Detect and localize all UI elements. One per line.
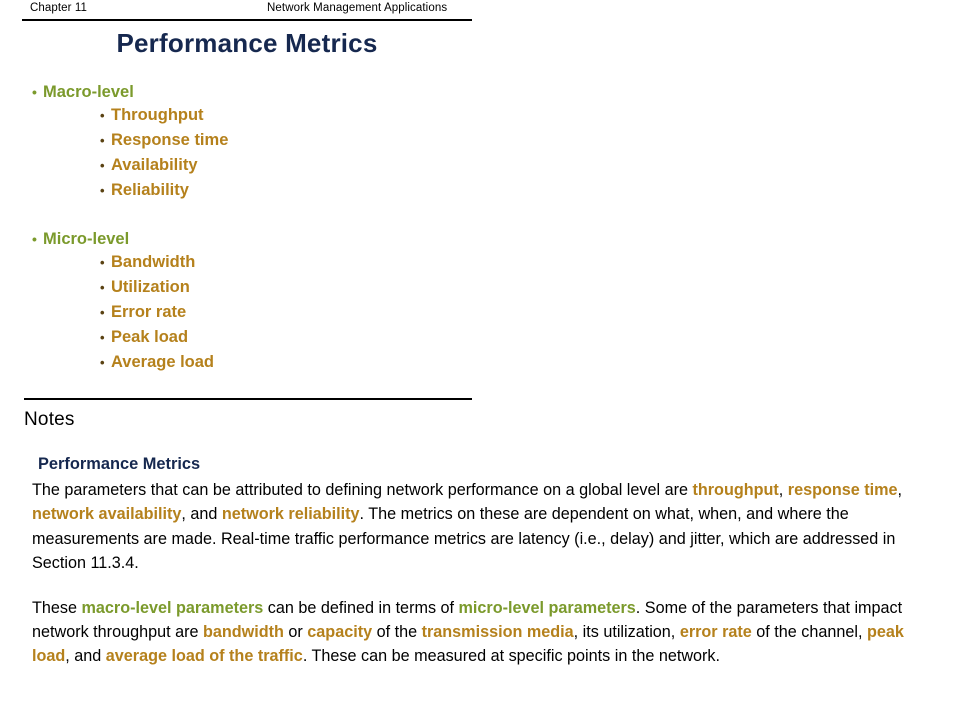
text-run: can be defined in terms of: [263, 599, 459, 618]
bullet-dot-icon: •: [100, 183, 105, 198]
bullet-level1-label: Macro-level: [43, 83, 134, 101]
text-run: of the channel,: [751, 623, 867, 642]
keyword-average-load: average load of the traffic: [105, 647, 303, 666]
bullet-sublist-macro: • Throughput • Response time • Availability…: [22, 103, 482, 203]
text-run: These: [32, 599, 82, 618]
notes-divider: [24, 398, 472, 400]
list-item-label: Throughput: [111, 106, 204, 124]
keyword-throughput: throughput: [692, 481, 779, 500]
text-run: , and: [65, 647, 106, 666]
keyword-capacity: capacity: [307, 623, 373, 642]
list-item-label: Average load: [111, 353, 215, 371]
bullet-dot-icon: •: [100, 158, 105, 173]
list-item-label: Reliability: [111, 181, 189, 199]
bullet-dot-icon: •: [100, 108, 105, 123]
bullet-dot-icon: •: [100, 305, 105, 320]
notes-body: Performance Metrics The parameters that …: [32, 452, 938, 669]
list-item: • Bandwidth: [22, 250, 482, 275]
bullet-dot-icon: •: [100, 330, 105, 345]
header-divider: [22, 19, 472, 21]
list-item-label: Availability: [111, 156, 198, 174]
list-item: • Peak load: [22, 325, 482, 350]
list-item-label: Response time: [111, 131, 229, 149]
text-run: or: [283, 623, 308, 642]
text-run: ,: [897, 481, 903, 500]
list-item: • Reliability: [22, 178, 482, 203]
header-chapter-label: Chapter 11: [30, 2, 88, 14]
list-item: • Throughput: [22, 103, 482, 128]
bullet-dot-icon: •: [100, 355, 105, 370]
text-run: The parameters that can be attributed to…: [32, 481, 693, 500]
list-item: • Error rate: [22, 300, 482, 325]
list-item: • Average load: [22, 350, 482, 375]
bullet-group-macro: • Macro-level • Throughput • Response time …: [22, 82, 482, 203]
keyword-transmission-media: transmission media: [421, 623, 574, 642]
list-item: • Utilization: [22, 275, 482, 300]
keyword-bandwidth: bandwidth: [202, 623, 284, 642]
bullet-level1-label: Micro-level: [43, 230, 130, 248]
text-run: . These can be measured at specific poin…: [302, 647, 721, 666]
bullet-dot-icon: •: [100, 255, 105, 270]
bullet-level1-micro: • Micro-level: [22, 229, 482, 250]
list-item-label: Bandwidth: [111, 253, 196, 271]
list-item-label: Error rate: [111, 303, 187, 321]
keyword-network-availability: network availability: [32, 505, 182, 524]
keyword-macro-level-parameters: macro-level parameters: [81, 599, 264, 618]
slide-panel: Chapter 11 Network Management Applicatio…: [0, 0, 960, 400]
text-run: , its utilization,: [573, 623, 680, 642]
bullet-sublist-micro: • Bandwidth • Utilization • Error rate • Pea…: [22, 250, 482, 375]
notes-paragraph-2: These macro-level parameters can be defi…: [32, 596, 938, 669]
bullet-dot-icon: •: [100, 280, 105, 295]
keyword-error-rate: error rate: [679, 623, 752, 642]
keyword-network-reliability: network reliability: [221, 505, 360, 524]
list-item: • Availability: [22, 153, 482, 178]
slide-header: Chapter 11 Network Management Applicatio…: [22, 2, 472, 20]
bullet-dot-icon: •: [32, 231, 37, 247]
list-item-label: Utilization: [111, 278, 190, 296]
text-run: of the: [372, 623, 422, 642]
text-run: , and: [181, 505, 222, 524]
keyword-response-time: response time: [787, 481, 898, 500]
text-run: ,: [778, 481, 788, 500]
list-item-label: Peak load: [111, 328, 189, 346]
bullet-dot-icon: •: [32, 84, 37, 100]
notes-subtitle: Performance Metrics: [38, 455, 201, 473]
notes-paragraph-1: The parameters that can be attributed to…: [32, 478, 938, 575]
list-item: • Response time: [22, 128, 482, 153]
keyword-micro-level-parameters: micro-level parameters: [458, 599, 636, 618]
bullet-list: • Macro-level • Throughput • Response time …: [22, 82, 482, 375]
bullet-group-micro: • Micro-level • Bandwidth • Utilization • Er…: [22, 229, 482, 375]
header-topic-label: Network Management Applications: [267, 2, 448, 14]
page-title: Performance Metrics: [116, 28, 378, 58]
notes-heading: Notes: [24, 409, 75, 430]
bullet-level1-macro: • Macro-level: [22, 82, 482, 103]
bullet-dot-icon: •: [100, 133, 105, 148]
